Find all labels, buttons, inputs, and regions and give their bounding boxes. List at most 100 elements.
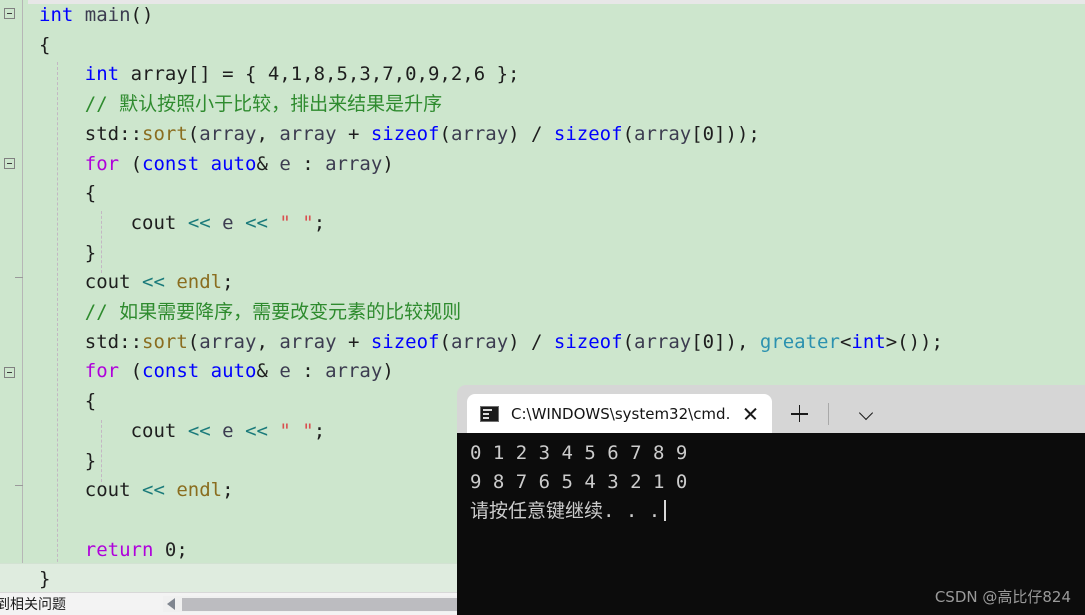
- code-token: for: [84, 360, 120, 383]
- code-token: array: [450, 122, 509, 145]
- code-token: e: [279, 360, 291, 383]
- code-token: array: [325, 152, 383, 175]
- scroll-left-arrow-icon[interactable]: [167, 598, 175, 610]
- code-token: int: [39, 4, 74, 26]
- code-token: <<: [187, 419, 211, 442]
- code-token: (: [119, 152, 143, 175]
- cmd-icon: [480, 405, 499, 422]
- code-token: (: [187, 330, 200, 353]
- code-token: sizeof: [553, 122, 623, 145]
- fold-tick-2: [15, 485, 23, 486]
- code-token: ::: [119, 330, 143, 353]
- code-token: sizeof: [370, 330, 440, 353]
- code-token: endl: [176, 271, 223, 294]
- code-token: <<: [187, 211, 211, 234]
- code-token: ,: [256, 330, 280, 353]
- code-line: // 默认按照小于比较，排出来结果是升序: [85, 90, 442, 120]
- terminal-output-area[interactable]: 0 1 2 3 4 5 6 7 8 9 9 8 7 6 5 4 3 2 1 0 请按…: [457, 433, 1085, 615]
- fold-tick-1: [15, 277, 23, 278]
- code-token: cout: [130, 419, 177, 442]
- code-token: std: [84, 122, 120, 145]
- chevron-down-icon[interactable]: [822, 399, 854, 429]
- code-token: cout: [130, 211, 177, 234]
- code-token: (: [622, 122, 635, 145]
- code-token: ;: [313, 419, 326, 442]
- code-token: e: [222, 211, 234, 234]
- terminal-tab[interactable]: C:\WINDOWS\system32\cmd.: [467, 394, 772, 433]
- fold-toggle-for-loop-1[interactable]: [4, 158, 15, 169]
- screen: int main(){int array[] = { 4,1,8,5,3,7,0…: [0, 0, 1085, 615]
- terminal-line: 0 1 2 3 4 5 6 7 8 9: [470, 442, 688, 464]
- horizontal-scrollbar[interactable]: [163, 596, 457, 612]
- code-line: {: [39, 31, 50, 61]
- code-line: {: [85, 179, 96, 209]
- code-token: array: [199, 122, 257, 145]
- code-token: }: [84, 449, 97, 472]
- code-token: (: [622, 330, 635, 353]
- code-token: (): [130, 4, 154, 26]
- code-line: int main(): [39, 1, 153, 31]
- horizontal-scrollbar-thumb[interactable]: [182, 597, 457, 611]
- code-token: int: [851, 330, 886, 353]
- fold-toggle-for-loop-2[interactable]: [4, 367, 15, 378]
- code-token: array: [450, 330, 509, 353]
- terminal-line: 9 8 7 6 5 4 3 2 1 0: [470, 471, 688, 493]
- terminal-line: 请按任意键继续. . .: [470, 497, 687, 526]
- code-token: for: [84, 152, 120, 175]
- code-token: >());: [885, 330, 943, 353]
- code-token: (: [187, 122, 200, 145]
- code-token: cout: [84, 271, 131, 294]
- code-line: cout << endl;: [85, 476, 234, 506]
- plus-icon[interactable]: [784, 399, 814, 429]
- cmd-terminal-window[interactable]: C:\WINDOWS\system32\cmd. 0 1 2 3 4 5 6 7…: [457, 385, 1085, 615]
- code-line: }: [85, 447, 96, 477]
- code-token: ;: [176, 538, 188, 561]
- code-token: ,: [256, 122, 280, 145]
- terminal-output-text: 0 1 2 3 4 5 6 7 8 9 9 8 7 6 5 4 3 2 1 0 请按…: [470, 439, 687, 526]
- code-token: ::: [119, 122, 143, 145]
- code-token: [0]),: [691, 330, 760, 353]
- code-token: +: [336, 122, 371, 145]
- code-token: <: [839, 330, 852, 353]
- status-bar-text: 到相关问题: [0, 597, 66, 613]
- code-token: const: [142, 360, 200, 383]
- code-line: // 如果需要降序，需要改变元素的比较规则: [85, 298, 461, 328]
- code-token: }: [39, 568, 51, 591]
- code-token: <<: [142, 271, 165, 294]
- code-token: (: [439, 330, 451, 353]
- code-token: array[] = { 4,1,8,5,3,7,0,9,2,6 };: [119, 63, 520, 86]
- code-token: ;: [222, 479, 234, 502]
- close-icon[interactable]: [739, 402, 763, 426]
- code-token: (: [439, 122, 451, 145]
- code-token: <<: [142, 479, 165, 502]
- code-token: ;: [222, 271, 234, 294]
- code-token: array: [634, 122, 692, 145]
- code-token: e: [279, 152, 291, 175]
- code-line: for (const auto& e : array): [85, 150, 394, 180]
- editor-gutter[interactable]: [0, 0, 28, 592]
- code-token: 0: [164, 538, 177, 561]
- code-token: {: [84, 390, 97, 413]
- code-token: (: [119, 360, 143, 383]
- code-token: ;: [313, 211, 326, 234]
- code-token: greater: [759, 330, 840, 353]
- code-token: return: [84, 538, 154, 561]
- code-token: cout: [84, 479, 131, 502]
- fold-toggle-main[interactable]: [4, 8, 15, 19]
- code-token: sizeof: [370, 122, 440, 145]
- terminal-titlebar[interactable]: C:\WINDOWS\system32\cmd.: [457, 385, 1085, 433]
- code-token: main: [84, 4, 131, 26]
- code-line: cout << endl;: [85, 268, 234, 298]
- code-token: // 如果需要降序，需要改变元素的比较规则: [84, 301, 462, 323]
- code-token: ) /: [508, 122, 554, 145]
- code-line: for (const auto& e : array): [85, 357, 394, 387]
- gutter-rail: [22, 0, 23, 592]
